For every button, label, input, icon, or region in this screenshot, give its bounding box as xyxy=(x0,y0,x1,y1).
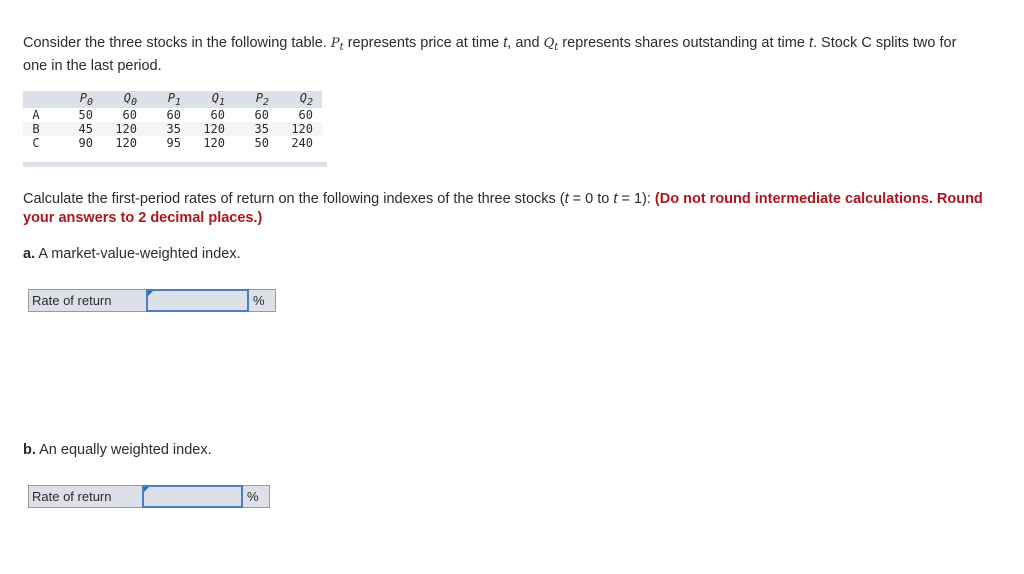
header-q1: Q1 xyxy=(181,91,225,108)
table-footer-bar xyxy=(23,162,327,167)
header-p1: P1 xyxy=(137,91,181,108)
flag-icon xyxy=(144,487,149,497)
cell: 60 xyxy=(166,108,181,122)
quantity-symbol: Qt xyxy=(543,36,559,53)
cell: 60 xyxy=(210,108,225,122)
stock-table: P0 Q0 P1 Q1 P2 Q2 A 50 60 60 60 60 60 B … xyxy=(23,91,322,150)
table-header-row: P0 Q0 P1 Q1 P2 Q2 xyxy=(23,91,322,108)
intro-text: represents shares outstanding at time xyxy=(558,35,809,51)
cell: 45 xyxy=(49,122,93,136)
cell: 120 xyxy=(203,136,225,150)
table-row: B 45 120 35 120 35 120 xyxy=(23,122,322,136)
part-text: A market-value-weighted index. xyxy=(35,246,241,262)
answer-input-wrapper xyxy=(142,485,243,508)
header-p2: P2 xyxy=(225,91,269,108)
cell: 60 xyxy=(254,108,269,122)
problem-intro: Consider the three stocks in the followi… xyxy=(23,34,983,76)
cell: 120 xyxy=(269,122,322,136)
cell: 90 xyxy=(78,136,93,150)
part-a-prompt: a. A market-value-weighted index. xyxy=(23,245,241,264)
flag-icon xyxy=(148,291,153,301)
question-body: = 1): xyxy=(617,191,655,207)
cell: 240 xyxy=(291,136,313,150)
percent-unit: % xyxy=(248,289,276,312)
price-symbol: Pt xyxy=(330,36,344,53)
cell: 50 xyxy=(78,108,93,122)
cell: 50 xyxy=(254,136,269,150)
cell: 60 xyxy=(122,108,137,122)
answer-input-wrapper xyxy=(146,289,249,312)
intro-text: , and xyxy=(507,35,544,51)
header-p0: P0 xyxy=(49,91,93,108)
question-body: Calculate the first-period rates of retu… xyxy=(23,191,565,207)
header-blank xyxy=(23,91,49,108)
rate-of-return-label: Rate of return xyxy=(28,289,147,312)
part-b-prompt: b. An equally weighted index. xyxy=(23,441,212,460)
answer-row-a: Rate of return % xyxy=(28,289,276,312)
cell: 95 xyxy=(166,136,181,150)
table-row: C 90 120 95 120 50 240 xyxy=(23,136,322,150)
row-label: A xyxy=(32,108,40,122)
intro-text: represents price at time xyxy=(343,35,504,51)
rate-of-return-label: Rate of return xyxy=(28,485,143,508)
row-label: B xyxy=(23,122,49,136)
question-text: Calculate the first-period rates of retu… xyxy=(23,190,983,228)
intro-text: Consider the three stocks in the followi… xyxy=(23,35,331,51)
header-q2: Q2 xyxy=(269,91,322,108)
cell: 60 xyxy=(298,108,313,122)
rate-of-return-input-a[interactable] xyxy=(148,291,247,310)
cell: 120 xyxy=(181,122,225,136)
row-label: C xyxy=(32,136,40,150)
part-text: An equally weighted index. xyxy=(35,442,212,458)
part-letter: b. xyxy=(23,442,36,458)
cell: 120 xyxy=(93,122,137,136)
answer-row-b: Rate of return % xyxy=(28,485,270,508)
table-row: A 50 60 60 60 60 60 xyxy=(23,108,322,122)
rate-of-return-input-b[interactable] xyxy=(144,487,241,506)
part-letter: a. xyxy=(23,246,36,262)
question-body: = 0 to xyxy=(568,191,614,207)
header-q0: Q0 xyxy=(93,91,137,108)
cell: 35 xyxy=(225,122,269,136)
percent-unit: % xyxy=(242,485,270,508)
cell: 120 xyxy=(115,136,137,150)
cell: 35 xyxy=(137,122,181,136)
